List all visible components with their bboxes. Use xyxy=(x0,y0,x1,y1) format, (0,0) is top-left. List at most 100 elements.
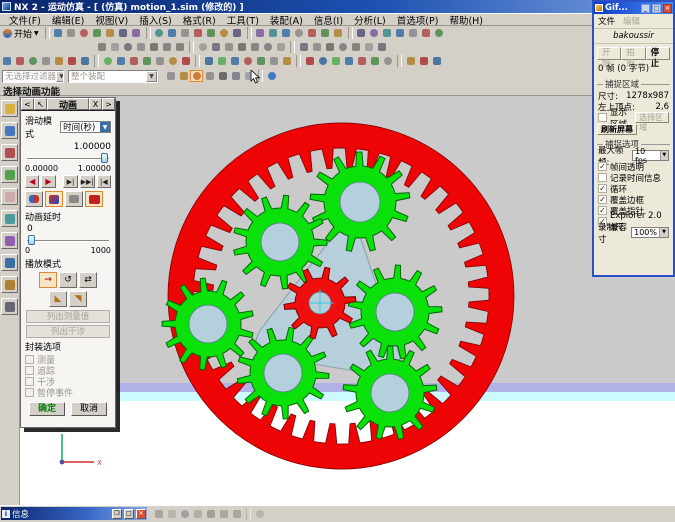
ok-button[interactable]: 确定 xyxy=(29,402,65,416)
gif-option-1[interactable]: 记录时间信息 xyxy=(597,172,670,183)
tool-icon[interactable] xyxy=(248,41,261,53)
cancel-button[interactable]: 取消 xyxy=(71,402,107,416)
tool-icon[interactable] xyxy=(52,55,65,67)
tool-icon[interactable] xyxy=(222,41,235,53)
tool-icon[interactable] xyxy=(173,41,186,53)
tool-icon[interactable] xyxy=(310,41,323,53)
tool-icon[interactable] xyxy=(204,508,217,520)
delay-slider-thumb[interactable] xyxy=(28,235,35,245)
delay-slider[interactable] xyxy=(27,235,109,245)
tool-icon[interactable] xyxy=(196,41,209,53)
tool-icon[interactable] xyxy=(130,27,143,39)
tool-icon[interactable] xyxy=(319,27,332,39)
tool-icon[interactable] xyxy=(153,27,166,39)
maximize-button[interactable]: □ xyxy=(652,4,661,13)
maximize-icon[interactable]: □ xyxy=(124,509,134,519)
slide-mode-combo[interactable]: 时间(秒) ▼ xyxy=(60,121,111,133)
tool-icon[interactable] xyxy=(293,27,306,39)
tool-icon[interactable] xyxy=(274,41,287,53)
graphics-viewport[interactable]: YX xyxy=(20,96,675,505)
planetary-gear-model[interactable]: YX xyxy=(20,96,675,505)
pingpong-mode-button[interactable]: ⇄ xyxy=(79,272,97,288)
tool-icon[interactable] xyxy=(355,55,368,67)
tool-icon[interactable] xyxy=(166,27,179,39)
tool-icon[interactable] xyxy=(205,27,218,39)
restore-icon[interactable]: ❐ xyxy=(112,509,122,519)
tool-icon[interactable] xyxy=(192,27,205,39)
tool-icon[interactable] xyxy=(231,27,244,39)
selection-scope-combo[interactable]: 整个装配 ▼ xyxy=(68,70,158,83)
tool-icon[interactable] xyxy=(209,41,222,53)
tool-icon[interactable] xyxy=(117,27,130,39)
tool-icon[interactable] xyxy=(253,508,266,520)
resource-bar-icon[interactable] xyxy=(1,100,18,117)
tool-icon[interactable] xyxy=(0,55,13,67)
tool-icon[interactable] xyxy=(179,27,192,39)
gif-menu-edit[interactable]: 编辑 xyxy=(623,15,640,27)
tool-icon[interactable] xyxy=(375,41,388,53)
tool-icon[interactable] xyxy=(203,70,216,82)
menu-item-9[interactable]: 首选项(P) xyxy=(392,13,444,27)
menu-item-1[interactable]: 编辑(E) xyxy=(47,13,89,27)
link-tool-button[interactable] xyxy=(25,191,43,207)
tool-icon[interactable] xyxy=(332,27,345,39)
select-area-button[interactable]: 选择区域 xyxy=(635,112,669,123)
step-back-button[interactable]: |◀ xyxy=(97,175,111,188)
tool-icon[interactable] xyxy=(280,27,293,39)
tool-icon[interactable] xyxy=(179,55,192,67)
animation-tool-button[interactable] xyxy=(45,191,63,207)
menu-item-2[interactable]: 视图(V) xyxy=(90,13,133,27)
tool-icon[interactable] xyxy=(280,55,293,67)
motion-tool-button[interactable] xyxy=(85,191,103,207)
gif-option-3[interactable]: ✓覆盖边框 xyxy=(597,194,670,205)
tool-icon[interactable] xyxy=(267,55,280,67)
step-forward-button[interactable]: ▶| xyxy=(63,175,77,188)
tool-icon[interactable] xyxy=(381,55,394,67)
time-slider-thumb[interactable] xyxy=(101,153,108,163)
tool-icon[interactable] xyxy=(218,27,231,39)
loop-mode-button[interactable]: ↺ xyxy=(59,272,77,288)
tool-icon[interactable] xyxy=(91,27,104,39)
tool-icon[interactable] xyxy=(417,55,430,67)
menu-item-4[interactable]: 格式(R) xyxy=(178,13,221,27)
goto-end-button[interactable]: ▶▶| xyxy=(80,175,95,188)
tool-icon[interactable] xyxy=(190,70,203,82)
resource-bar-icon[interactable] xyxy=(1,298,18,315)
tool-icon[interactable] xyxy=(95,41,108,53)
tool-icon[interactable] xyxy=(316,55,329,67)
resource-bar-icon[interactable] xyxy=(1,232,18,249)
gif-stop-button[interactable]: 停止 xyxy=(646,47,670,60)
tool-icon[interactable] xyxy=(65,27,78,39)
tool-icon[interactable] xyxy=(230,508,243,520)
gif-option-2[interactable]: ✓循环 xyxy=(597,183,670,194)
tool-icon[interactable] xyxy=(229,70,242,82)
menu-item-6[interactable]: 装配(A) xyxy=(265,13,308,27)
tool-icon[interactable] xyxy=(104,27,117,39)
play-once-mode-button[interactable]: → xyxy=(39,272,57,288)
refresh-screen-button[interactable]: 刷新屏幕 xyxy=(597,124,637,135)
gif-menu-file[interactable]: 文件 xyxy=(598,15,615,27)
tool-icon[interactable] xyxy=(297,41,310,53)
tool-icon[interactable] xyxy=(165,508,178,520)
tool-icon[interactable] xyxy=(114,55,127,67)
tool-icon[interactable] xyxy=(39,55,52,67)
tool-icon[interactable] xyxy=(215,55,228,67)
tool-icon[interactable] xyxy=(381,27,394,39)
start-button[interactable]: 开始 ▼ xyxy=(0,27,42,40)
tool-icon[interactable] xyxy=(78,27,91,39)
tool-icon[interactable] xyxy=(241,55,254,67)
tab-animation[interactable]: 动画 xyxy=(47,98,89,110)
tool-icon[interactable] xyxy=(13,55,26,67)
menu-item-8[interactable]: 分析(L) xyxy=(349,13,391,27)
tool-icon[interactable] xyxy=(177,70,190,82)
tool-icon[interactable] xyxy=(202,55,215,67)
tool-icon[interactable] xyxy=(368,27,381,39)
close-icon[interactable]: ✕ xyxy=(136,509,146,519)
tool-icon[interactable] xyxy=(166,55,179,67)
tool-icon[interactable] xyxy=(178,508,191,520)
tool-icon[interactable] xyxy=(127,55,140,67)
mechanism-tool-button[interactable] xyxy=(65,191,83,207)
tool-icon[interactable] xyxy=(407,27,420,39)
tool-icon[interactable] xyxy=(134,41,147,53)
record-size-combo[interactable]: 100% ▼ xyxy=(631,227,669,238)
